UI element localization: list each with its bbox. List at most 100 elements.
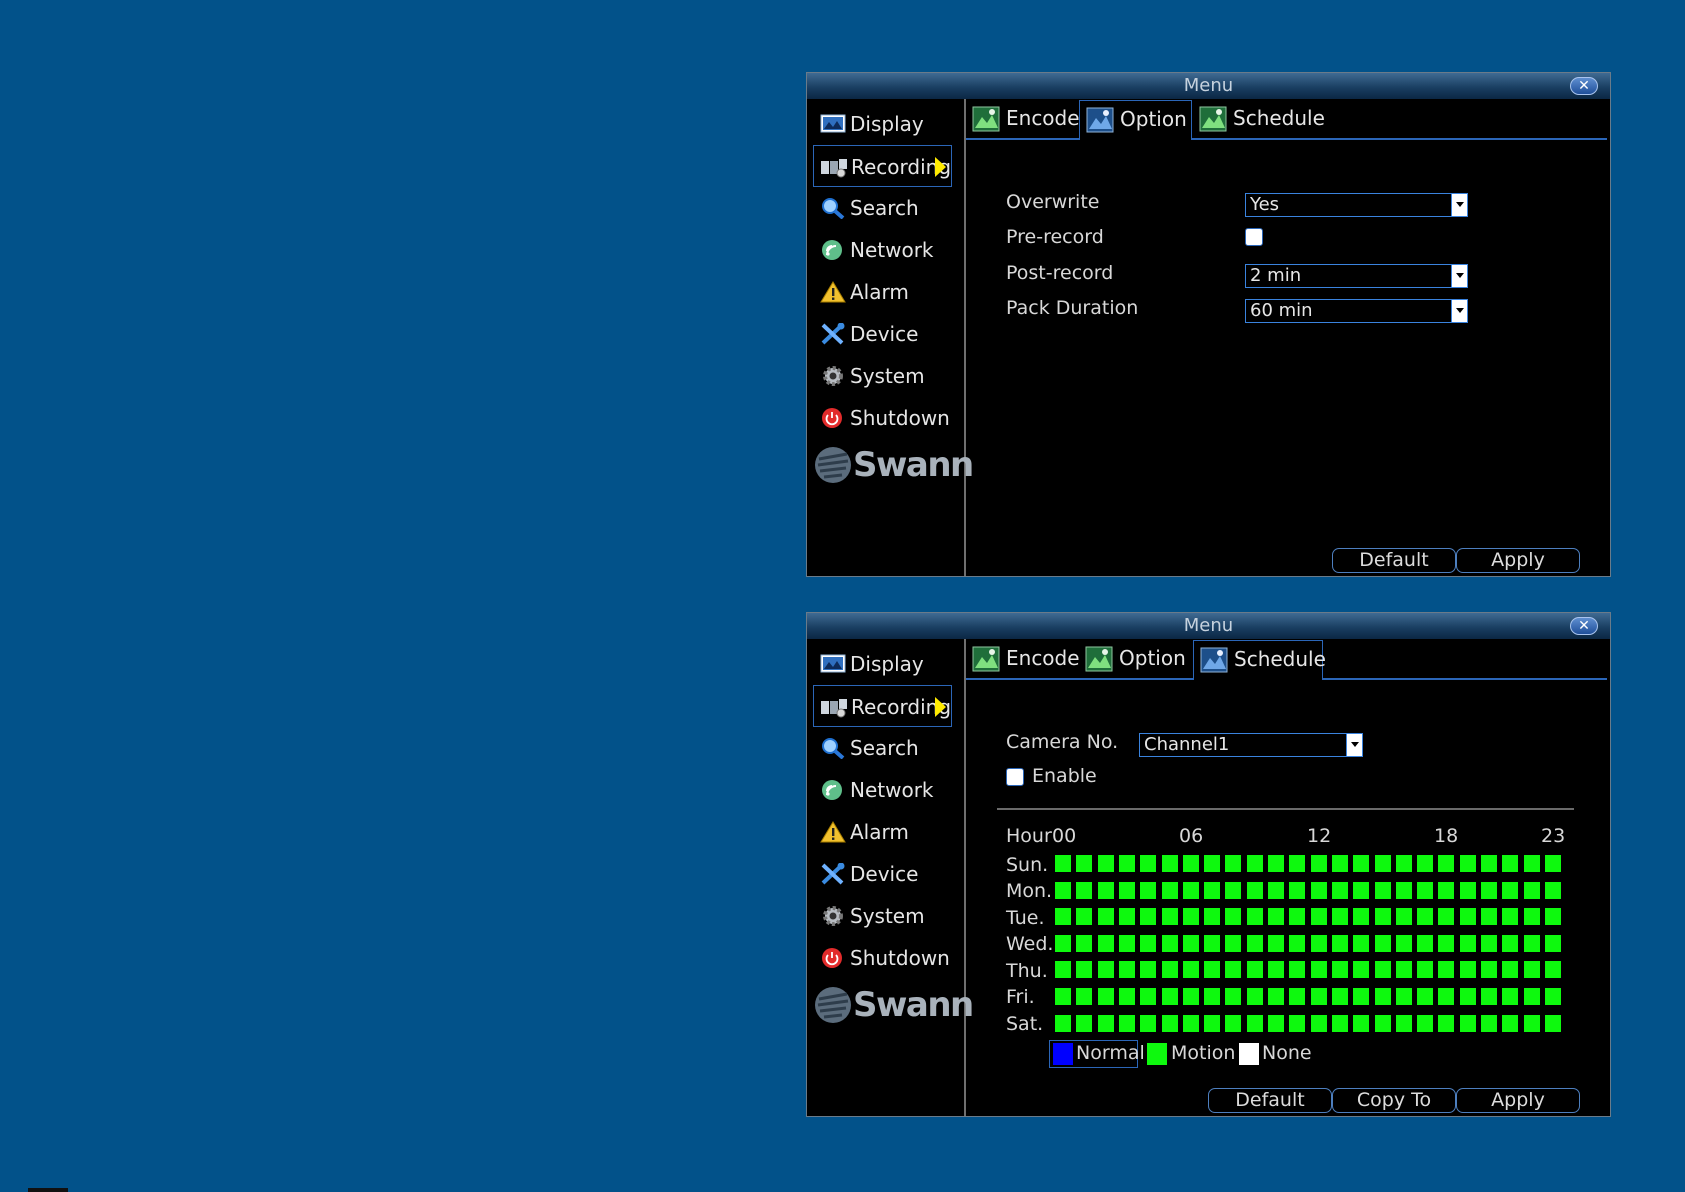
schedule-cell[interactable]	[1055, 881, 1071, 899]
schedule-cell[interactable]	[1225, 881, 1242, 899]
schedule-cell[interactable]	[1182, 988, 1199, 1005]
schedule-cell[interactable]	[1544, 855, 1561, 872]
schedule-cell[interactable]	[1331, 934, 1348, 952]
schedule-cell[interactable]	[1268, 881, 1284, 899]
schedule-cell[interactable]	[1140, 988, 1157, 1005]
chevron-down-icon[interactable]	[1451, 265, 1467, 287]
schedule-cell[interactable]	[1118, 988, 1135, 1005]
schedule-cell[interactable]	[1182, 961, 1199, 979]
schedule-cell[interactable]	[1204, 934, 1221, 952]
schedule-cell[interactable]	[1310, 961, 1327, 979]
schedule-cell[interactable]	[1481, 961, 1497, 979]
schedule-cell[interactable]	[1544, 988, 1561, 1005]
schedule-cell[interactable]	[1374, 934, 1391, 952]
sidebar-item-recording[interactable]: Recording	[813, 145, 952, 187]
schedule-cell[interactable]	[1374, 855, 1391, 872]
schedule-cell[interactable]	[1246, 988, 1263, 1005]
schedule-cell[interactable]	[1395, 908, 1412, 926]
sidebar-item-shutdown[interactable]: Shutdown	[813, 937, 952, 979]
schedule-cell[interactable]	[1182, 1014, 1199, 1032]
schedule-cell[interactable]	[1204, 881, 1221, 899]
close-button[interactable]: ✕	[1570, 77, 1598, 95]
legend-normal-swatch[interactable]	[1053, 1043, 1073, 1065]
schedule-cell[interactable]	[1459, 988, 1476, 1005]
schedule-cell[interactable]	[1055, 1014, 1071, 1032]
schedule-cell[interactable]	[1268, 855, 1284, 872]
schedule-cell[interactable]	[1374, 988, 1391, 1005]
schedule-cell[interactable]	[1523, 855, 1540, 872]
camera-no-select[interactable]: Channel1	[1139, 733, 1363, 757]
schedule-cell[interactable]	[1289, 988, 1306, 1005]
schedule-cell[interactable]	[1204, 908, 1221, 926]
schedule-cell[interactable]	[1140, 961, 1157, 979]
pack-duration-select[interactable]: 60 min	[1245, 299, 1468, 323]
legend-normal-label[interactable]: Normal	[1076, 1042, 1145, 1064]
schedule-cell[interactable]	[1076, 881, 1093, 899]
schedule-cell[interactable]	[1076, 1014, 1093, 1032]
schedule-cell[interactable]	[1502, 988, 1519, 1005]
schedule-cell[interactable]	[1502, 881, 1519, 899]
schedule-cell[interactable]	[1374, 961, 1391, 979]
schedule-cell[interactable]	[1076, 855, 1093, 872]
schedule-cell[interactable]	[1331, 1014, 1348, 1032]
schedule-cell[interactable]	[1417, 881, 1434, 899]
schedule-cell[interactable]	[1268, 908, 1284, 926]
schedule-cell[interactable]	[1055, 908, 1071, 926]
schedule-cell[interactable]	[1097, 881, 1114, 899]
schedule-cell[interactable]	[1161, 961, 1178, 979]
schedule-cell[interactable]	[1481, 934, 1497, 952]
schedule-cell[interactable]	[1055, 855, 1071, 872]
schedule-cell[interactable]	[1459, 961, 1476, 979]
schedule-cell[interactable]	[1225, 934, 1242, 952]
schedule-cell[interactable]	[1076, 934, 1093, 952]
schedule-cell[interactable]	[1268, 1014, 1284, 1032]
chevron-down-icon[interactable]	[1451, 194, 1467, 216]
schedule-cell[interactable]	[1331, 988, 1348, 1005]
schedule-cell[interactable]	[1246, 881, 1263, 899]
tab-option[interactable]: Option	[1079, 640, 1192, 677]
schedule-cell[interactable]	[1246, 1014, 1263, 1032]
schedule-cell[interactable]	[1204, 855, 1221, 872]
schedule-cell[interactable]	[1055, 988, 1071, 1005]
schedule-cell[interactable]	[1459, 934, 1476, 952]
schedule-cell[interactable]	[1353, 988, 1370, 1005]
schedule-cell[interactable]	[1502, 1014, 1519, 1032]
schedule-cell[interactable]	[1523, 961, 1540, 979]
schedule-cell[interactable]	[1289, 934, 1306, 952]
schedule-cell[interactable]	[1118, 934, 1135, 952]
schedule-cell[interactable]	[1353, 961, 1370, 979]
schedule-cell[interactable]	[1204, 1014, 1221, 1032]
schedule-cell[interactable]	[1097, 1014, 1114, 1032]
schedule-cell[interactable]	[1544, 1014, 1561, 1032]
schedule-cell[interactable]	[1417, 988, 1434, 1005]
schedule-cell[interactable]	[1310, 934, 1327, 952]
sidebar-item-network[interactable]: Network	[813, 769, 952, 811]
schedule-cell[interactable]	[1161, 855, 1178, 872]
legend-none-label[interactable]: None	[1262, 1042, 1312, 1064]
schedule-cell[interactable]	[1459, 1014, 1476, 1032]
schedule-cell[interactable]	[1225, 855, 1242, 872]
schedule-cell[interactable]	[1395, 1014, 1412, 1032]
default-button[interactable]: Default	[1332, 548, 1456, 573]
schedule-cell[interactable]	[1055, 961, 1071, 979]
schedule-cell[interactable]	[1417, 908, 1434, 926]
schedule-cell[interactable]	[1310, 1014, 1327, 1032]
schedule-cell[interactable]	[1140, 1014, 1157, 1032]
enable-checkbox[interactable]	[1006, 768, 1024, 786]
schedule-cell[interactable]	[1268, 961, 1284, 979]
schedule-cell[interactable]	[1523, 988, 1540, 1005]
schedule-cell[interactable]	[1310, 908, 1327, 926]
schedule-cell[interactable]	[1374, 1014, 1391, 1032]
schedule-cell[interactable]	[1161, 881, 1178, 899]
schedule-cell[interactable]	[1481, 881, 1497, 899]
tab-option[interactable]: Option	[1079, 100, 1192, 140]
schedule-cell[interactable]	[1523, 934, 1540, 952]
schedule-cell[interactable]	[1395, 934, 1412, 952]
overwrite-select[interactable]: Yes	[1245, 193, 1468, 217]
schedule-cell[interactable]	[1331, 908, 1348, 926]
schedule-cell[interactable]	[1225, 1014, 1242, 1032]
schedule-cell[interactable]	[1544, 961, 1561, 979]
sidebar-item-display[interactable]: Display	[813, 643, 952, 685]
tab-schedule[interactable]: Schedule	[1193, 100, 1325, 137]
schedule-cell[interactable]	[1268, 988, 1284, 1005]
